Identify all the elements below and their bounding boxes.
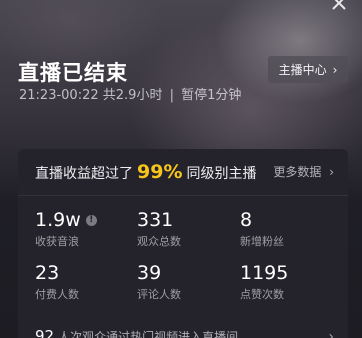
stat-value: 1.9w	[35, 209, 81, 231]
stat-value: 39	[137, 262, 162, 284]
anchor-center-button[interactable]: 主播中心 ›	[268, 56, 348, 83]
stat-label: 点赞次数	[240, 288, 284, 301]
stat-commenters: 39 评论人数	[137, 262, 237, 302]
stat-label: 付费人数	[35, 288, 79, 301]
stat-label: 新增粉丝	[240, 235, 284, 248]
stat-new-fans: 8 新增粉丝	[240, 209, 340, 249]
stat-value: 1195	[240, 262, 289, 284]
page-title: 直播已结束	[18, 61, 128, 85]
close-x-glyph	[332, 0, 346, 10]
info-icon[interactable]: !	[85, 214, 97, 226]
chevron-right-icon: ›	[329, 165, 334, 179]
anchor-center-label: 主播中心	[278, 63, 327, 77]
stat-viewers: 331 观众总数	[137, 209, 237, 249]
stat-label: 评论人数	[137, 288, 181, 301]
more-data-link[interactable]: 更多数据 ›	[273, 163, 334, 180]
stat-likes: 1195 点赞次数	[240, 262, 340, 302]
separator: |	[169, 88, 174, 103]
headline-prefix: 直播收益超过了	[35, 166, 133, 182]
headline-percent: 99%	[137, 161, 183, 183]
stat-income: 1.9w ! 收获音浪	[35, 209, 135, 249]
time-range: 21:23-00:22	[19, 88, 99, 103]
close-icon[interactable]	[328, 0, 350, 16]
stat-value: 8	[240, 209, 253, 231]
stat-value: 23	[35, 262, 60, 284]
duration: 共2.9小时	[102, 88, 163, 103]
hot-video-entry-count: 92	[35, 327, 55, 338]
stat-paying-users: 23 付费人数	[35, 262, 135, 302]
chevron-right-icon: ›	[332, 62, 338, 77]
headline-suffix: 同级别主播	[186, 166, 257, 182]
chevron-right-icon[interactable]: ›	[328, 329, 334, 338]
live-time-summary: 21:23-00:22 共2.9小时 | 暂停1分钟	[19, 84, 241, 103]
stat-label: 收获音浪	[35, 235, 79, 248]
more-data-label: 更多数据	[273, 165, 322, 179]
pause-duration: 暂停1分钟	[181, 88, 242, 103]
card-divider	[18, 195, 348, 196]
stat-value: 331	[137, 209, 174, 231]
hot-video-entry-text: 人次观众通过热门视频进入直播间	[58, 330, 239, 338]
hot-video-entry-row[interactable]: 92 人次观众通过热门视频进入直播间	[35, 327, 238, 338]
stats-card: 直播收益超过了 99% 同级别主播 更多数据 › 1.9w ! 收获音浪 331…	[18, 149, 348, 338]
stat-label: 观众总数	[137, 235, 181, 248]
revenue-headline: 直播收益超过了 99% 同级别主播	[35, 161, 256, 183]
